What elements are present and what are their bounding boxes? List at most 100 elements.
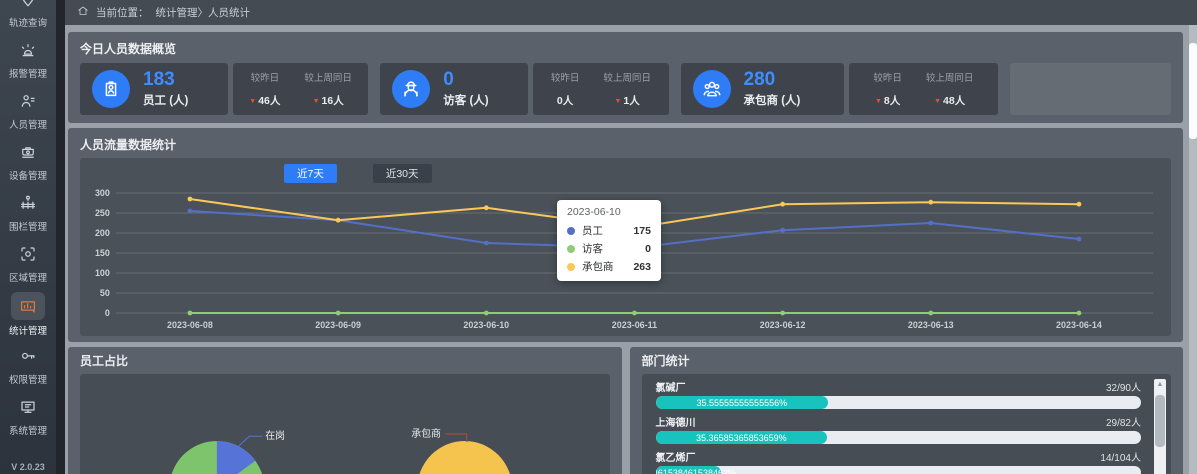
trend-down-icon: ▼ (875, 98, 882, 105)
page-scrollbar[interactable] (1189, 25, 1197, 474)
dept-scrollbar-thumb[interactable] (1155, 395, 1165, 447)
tooltip-date: 2023-06-10 (567, 206, 651, 218)
sidebar-item-permission-mgmt[interactable]: 权限管理 (0, 343, 56, 394)
sidebar-item-fence-mgmt[interactable]: 围栏管理 (0, 190, 56, 241)
stat-value-contractor: 280 (744, 70, 801, 91)
svg-text:2023-06-12: 2023-06-12 (760, 320, 806, 330)
compare-vs-lastweek: 较上周同日 ▼16人 (304, 70, 352, 108)
scroll-up-icon[interactable]: ▲ (1154, 379, 1166, 391)
bar-chart-icon (19, 297, 37, 315)
dept-bar-fill: 35.55555555555556% (656, 396, 829, 409)
tooltip-series-name: 承包商 (582, 259, 616, 274)
svg-text:2023-06-10: 2023-06-10 (463, 320, 509, 330)
compare-vs-lastweek-label: 较上周同日 (304, 70, 352, 84)
svg-text:0: 0 (105, 308, 110, 318)
tab-recent-7-days[interactable]: 近7天 (284, 164, 337, 183)
fence-pin-icon-wrap (13, 190, 43, 216)
trend-down-icon: ▼ (614, 98, 621, 105)
compare-vs-yesterday-value: ▼8人 (873, 93, 902, 108)
svg-text:150: 150 (95, 248, 110, 258)
sidebar-item-track-query[interactable]: 轨迹查询 (0, 0, 56, 37)
tooltip-row: 员工175 (567, 223, 651, 238)
series-dot (567, 263, 575, 271)
trend-down-icon: ▼ (313, 98, 320, 105)
dept-bar-track: 35.36585365853659% (656, 431, 1142, 444)
compare-vs-yesterday: 较昨日 ▼8人 (873, 70, 902, 108)
dept-row: 氯乙烯厂14/104人13.461538461538462% (656, 449, 1142, 474)
dept-panel: 部门统计 氯碱厂32/90人35.55555555555556% 上海德川 29/8… (630, 347, 1184, 474)
stat-card-employee: 183员工 (人) (80, 63, 228, 115)
sidebar-item-device-mgmt[interactable]: 设备管理 (0, 139, 56, 190)
visitor-icon-circle (392, 70, 430, 108)
employee-pie: 在岗 (169, 430, 285, 474)
stat-text: 0访客 (人) (443, 70, 488, 109)
pie-card: 在岗 承包商 (80, 374, 610, 474)
stat-card-visitor: 0访客 (人) (380, 63, 528, 115)
overview-cards-row: 183员工 (人)较昨日▼46人较上周同日▼16人0访客 (人)较昨日0人较上周… (80, 63, 1171, 115)
overview-panel: 今日人员数据概览 183员工 (人)较昨日▼46人较上周同日▼16人0访客 (人… (68, 32, 1183, 123)
tooltip-row: 承包商 263 (567, 259, 651, 274)
bottom-row: 员工占比 在岗 承包商 部门统计 氯碱厂32/90人35.555555555555… (68, 347, 1183, 474)
map-pin-icon-wrap (13, 0, 43, 12)
sidebar-item-system-mgmt[interactable]: 系统管理 (0, 394, 56, 445)
sidebar-item-stats-mgmt[interactable]: 统计管理 (0, 292, 56, 343)
home-icon (77, 5, 89, 17)
app-window: 轨迹查询报警管理人员管理设备管理围栏管理区域管理统计管理权限管理系统管理 V 2… (0, 0, 1197, 474)
sidebar-item-region-mgmt[interactable]: 区域管理 (0, 241, 56, 292)
dept-name: 氯碱厂 (656, 379, 686, 394)
compare-vs-yesterday-label: 较昨日 (249, 70, 280, 84)
sidebar-item-personnel-mgmt[interactable]: 人员管理 (0, 88, 56, 139)
sidebar-item-alarm-mgmt[interactable]: 报警管理 (0, 37, 56, 88)
svg-text:250: 250 (95, 208, 110, 218)
fence-pin-icon (19, 194, 37, 212)
person-list-icon-wrap (13, 88, 43, 114)
svg-text:2023-06-08: 2023-06-08 (167, 320, 213, 330)
device-icon-wrap (13, 139, 43, 165)
compare-vs-yesterday-value: 0人 (551, 93, 580, 108)
pie-title: 员工占比 (80, 352, 610, 369)
sidebar: 轨迹查询报警管理人员管理设备管理围栏管理区域管理统计管理权限管理系统管理 V 2… (0, 0, 56, 474)
employee-ratio-pies: 在岗 承包商 (80, 374, 610, 474)
system-icon (19, 398, 37, 416)
compare-card-visitor: 较昨日0人较上周同日▼1人 (533, 63, 668, 115)
tooltip-series-value: 263 (633, 261, 651, 273)
compare-card-employee: 较昨日 ▼46人 较上周同日 ▼16人 (233, 63, 368, 115)
sidebar-divider-strip (56, 0, 65, 474)
compare-vs-yesterday-label: 较昨日 (873, 70, 902, 84)
sidebar-item-label: 权限管理 (9, 372, 47, 386)
compare-vs-yesterday-value: ▼46人 (249, 93, 280, 108)
tooltip-series-value: 175 (633, 225, 651, 237)
tooltip-series-name: 访客 (582, 241, 628, 256)
tooltip-row: 访客0 (567, 241, 651, 256)
page-scrollbar-thumb[interactable] (1189, 43, 1197, 139)
svg-text:200: 200 (95, 228, 110, 238)
pie-panel: 员工占比 在岗 承包商 (68, 347, 622, 474)
compare-vs-yesterday: 较昨日0人 (551, 70, 580, 108)
region-frame-icon-wrap (13, 241, 43, 267)
breadcrumb-bar: 当前位置： 统计管理〉人员统计 (65, 0, 1197, 25)
siren-icon (19, 41, 37, 59)
svg-text:2023-06-13: 2023-06-13 (908, 320, 954, 330)
pie-callout-label: 在岗 (265, 430, 285, 442)
badge-icon (100, 78, 122, 100)
dept-bar-track: 13.461538461538462% (656, 466, 1142, 474)
dept-row: 氯碱厂32/90人35.55555555555556% (656, 379, 1142, 409)
compare-vs-lastweek-value: ▼16人 (304, 93, 352, 108)
tab-recent-30-days[interactable]: 近30天 (373, 164, 432, 183)
contractor-pie: 承包商 (411, 427, 512, 474)
dept-title: 部门统计 (642, 352, 1172, 369)
sidebar-item-label: 区域管理 (9, 270, 47, 284)
dept-name: 上海德川 (656, 414, 696, 429)
flow-range-tabs: 近7天 近30天 (284, 164, 1163, 183)
system-icon-wrap (13, 394, 43, 420)
sidebar-item-label: 报警管理 (9, 66, 47, 80)
map-pin-icon (19, 0, 37, 8)
dept-bar-fill: 13.461538461538462% (656, 466, 721, 474)
flow-chart-card: 近7天近30天 0501001502002503002023-06-082023… (80, 158, 1171, 336)
compare-vs-yesterday: 较昨日 ▼46人 (249, 70, 280, 108)
key-icon (19, 347, 37, 365)
svg-text:2023-06-09: 2023-06-09 (315, 320, 361, 330)
stat-text: 280承包商 (人) (744, 70, 801, 109)
dept-scrollbar[interactable]: ▲ (1154, 379, 1166, 474)
dept-count: 29/82人 (1106, 414, 1141, 429)
